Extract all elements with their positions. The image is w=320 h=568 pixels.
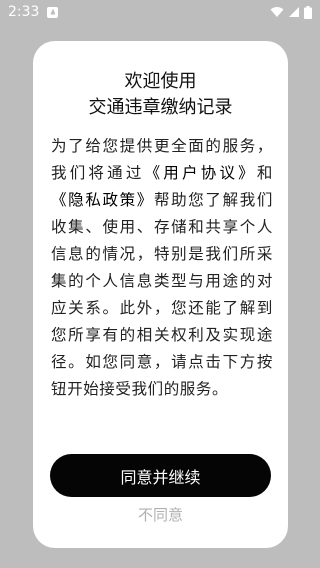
status-left: 2:33 bbox=[8, 4, 59, 20]
status-bar: 2:33 bbox=[0, 0, 320, 24]
disagree-button[interactable]: 不同意 bbox=[33, 504, 288, 525]
dialog-body: 为了给您提供更全面的服务，我们将通过《用户协议》和《隐私政策》帮助您了解我们收集… bbox=[51, 133, 273, 403]
dialog-title-line1: 欢迎使用 bbox=[124, 71, 197, 92]
signal-icon bbox=[288, 6, 300, 18]
wifi-icon bbox=[270, 6, 284, 18]
agree-continue-button[interactable]: 同意并继续 bbox=[50, 454, 271, 497]
dialog-title: 欢迎使用 交通违章缴纳记录 bbox=[33, 69, 288, 121]
dialog-title-line2: 交通违章缴纳记录 bbox=[88, 97, 233, 118]
battery-icon bbox=[304, 5, 312, 19]
notification-icon bbox=[47, 6, 59, 18]
body-text-and: 和 bbox=[256, 164, 273, 182]
user-agreement-link[interactable]: 《用户协议》 bbox=[145, 164, 257, 182]
status-right bbox=[270, 5, 312, 19]
privacy-dialog: 欢迎使用 交通违章缴纳记录 为了给您提供更全面的服务，我们将通过《用户协议》和《… bbox=[33, 41, 288, 548]
privacy-policy-link[interactable]: 《隐私政策》 bbox=[51, 191, 154, 209]
body-text-part2: 帮助您了解我们收集、使用、存储和共享个人信息的情况，特别是我们所采集的个人信息类… bbox=[51, 191, 273, 398]
status-time: 2:33 bbox=[8, 4, 40, 20]
